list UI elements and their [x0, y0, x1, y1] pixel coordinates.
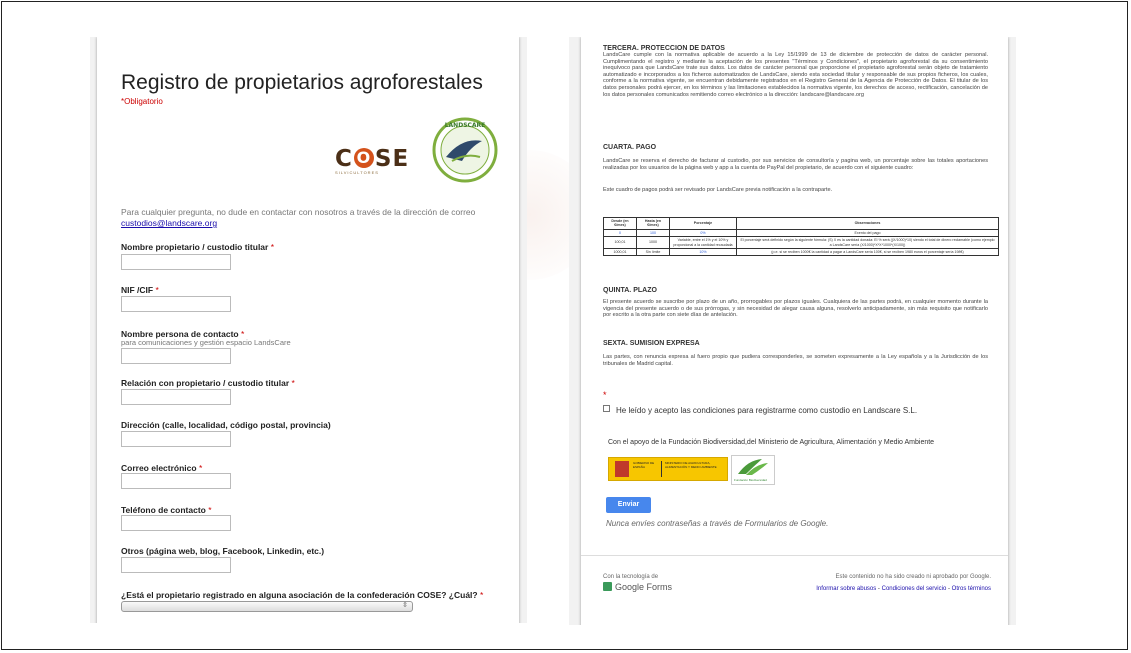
accept-terms-label: He leído y acepto las condiciones para r…	[616, 406, 918, 415]
question-email: Correo electrónico *	[121, 463, 203, 473]
required-note: *Obligatorio	[121, 97, 163, 106]
section-3-text: LandsCare cumple con la normativa aplica…	[603, 52, 988, 98]
section-4-text: LandsCare se reserva el derecho de factu…	[603, 158, 988, 171]
fundacion-biodiversidad-logo: Fundación Biodiversidad	[731, 455, 775, 485]
footer-links: Informar sobre abusos - Condiciones del …	[816, 586, 991, 592]
address-input[interactable]	[121, 431, 231, 447]
cose-o-icon: O	[353, 148, 374, 168]
terms-screenshot: TERCERA. PROTECCION DE DATOS LandsCare c…	[569, 37, 1016, 625]
intro-text: Para cualquier pregunta, no dude en cont…	[121, 207, 476, 228]
accept-terms-checkbox[interactable]	[603, 405, 610, 412]
ministry-text: MINISTERIO DE AGRICULTURA, ALIMENTACIÓN …	[665, 461, 717, 469]
submit-button[interactable]: Enviar	[606, 497, 651, 513]
footer-divider	[581, 555, 1008, 556]
google-forms-logo: Google Forms	[603, 582, 672, 592]
section-5-title: QUINTA. PLAZO	[603, 287, 657, 294]
google-disclaimer: Este contenido no ha sido creado ni apro…	[835, 574, 991, 580]
terms-of-service-link[interactable]: Condiciones del servicio	[882, 586, 947, 592]
report-abuse-link[interactable]: Informar sobre abusos	[816, 586, 876, 592]
form-sheet: Registro de propietarios agroforestales …	[97, 37, 519, 623]
form-title: Registro de propietarios agroforestales	[121, 71, 483, 94]
government-logo: GOBIERNO DE ESPAÑA MINISTERIO DE AGRICUL…	[608, 457, 728, 481]
relation-input[interactable]	[121, 389, 231, 405]
table-row: 100,01 1000 Variable, entre el 1% y el 1…	[603, 236, 999, 250]
nif-cif-input[interactable]	[121, 296, 231, 312]
terms-sheet: TERCERA. PROTECCION DE DATOS LandsCare c…	[581, 37, 1008, 625]
question-relation: Relación con propietario / custodio titu…	[121, 378, 295, 388]
landscare-logo: LANDSCARE	[432, 117, 498, 183]
contact-email-link[interactable]: custodios@landscare.org	[121, 218, 217, 228]
section-4-note: Este cuadro de pagos podrá ser revisado …	[603, 187, 833, 193]
owner-name-input[interactable]	[121, 254, 231, 270]
table-row: 0 100 0% Exento del pago	[603, 228, 999, 238]
table-row: 1000,01 Sin límite 10% (p.e. si se recib…	[603, 248, 999, 257]
question-address: Dirección (calle, localidad, código post…	[121, 420, 331, 430]
table-header-row: Desde (en €/mes) Hasta (en €/mes) Porcen…	[603, 217, 999, 230]
powered-by: Con la tecnología de	[603, 574, 659, 580]
gov-text: GOBIERNO DE ESPAÑA	[633, 461, 655, 469]
other-terms-link[interactable]: Otros términos	[952, 586, 991, 592]
required-star: *	[603, 390, 607, 400]
password-warning: Nunca envíes contraseñas a través de For…	[606, 519, 829, 528]
section-5-text: El presente acuerdo se suscribe por plaz…	[603, 299, 988, 319]
phone-input[interactable]	[121, 515, 231, 531]
support-text: Con el apoyo de la Fundación Biodiversid…	[608, 439, 935, 446]
question-cose-association: ¿Está el propietario registrado en algun…	[121, 590, 484, 600]
section-6-text: Las partes, con renuncia expresa al fuer…	[603, 354, 988, 367]
cose-logo: C O SE SILVICULTORES	[335, 146, 425, 180]
section-4-title: CUARTA. PAGO	[603, 144, 657, 151]
accept-terms-row[interactable]: He leído y acepto las condiciones para r…	[603, 405, 917, 415]
section-6-title: SEXTA. SUMISION EXPRESA	[603, 340, 700, 347]
spain-shield-icon	[615, 461, 629, 477]
payment-table: Desde (en €/mes) Hasta (en €/mes) Porcen…	[603, 217, 999, 257]
section-3-title: TERCERA. PROTECCION DE DATOS	[603, 45, 725, 52]
question-other-links: Otros (página web, blog, Facebook, Linke…	[121, 546, 325, 556]
google-forms-icon	[603, 582, 612, 591]
question-phone: Teléfono de contacto *	[121, 505, 212, 515]
leaf-icon	[738, 459, 768, 475]
contact-person-help: para comunicaciones y gestión espacio La…	[121, 338, 291, 347]
other-links-input[interactable]	[121, 557, 231, 573]
landscare-logo-text: LANDSCARE	[445, 122, 486, 129]
question-owner-name: Nombre propietario / custodio titular *	[121, 242, 275, 252]
contact-person-input[interactable]	[121, 348, 231, 364]
question-nif-cif: NIF /CIF *	[121, 285, 159, 295]
email-input[interactable]	[121, 473, 231, 489]
select-arrows-icon: ⇳	[402, 602, 408, 609]
registration-form-screenshot: Registro de propietarios agroforestales …	[90, 37, 527, 623]
cose-association-select[interactable]: ⇳	[121, 601, 413, 612]
